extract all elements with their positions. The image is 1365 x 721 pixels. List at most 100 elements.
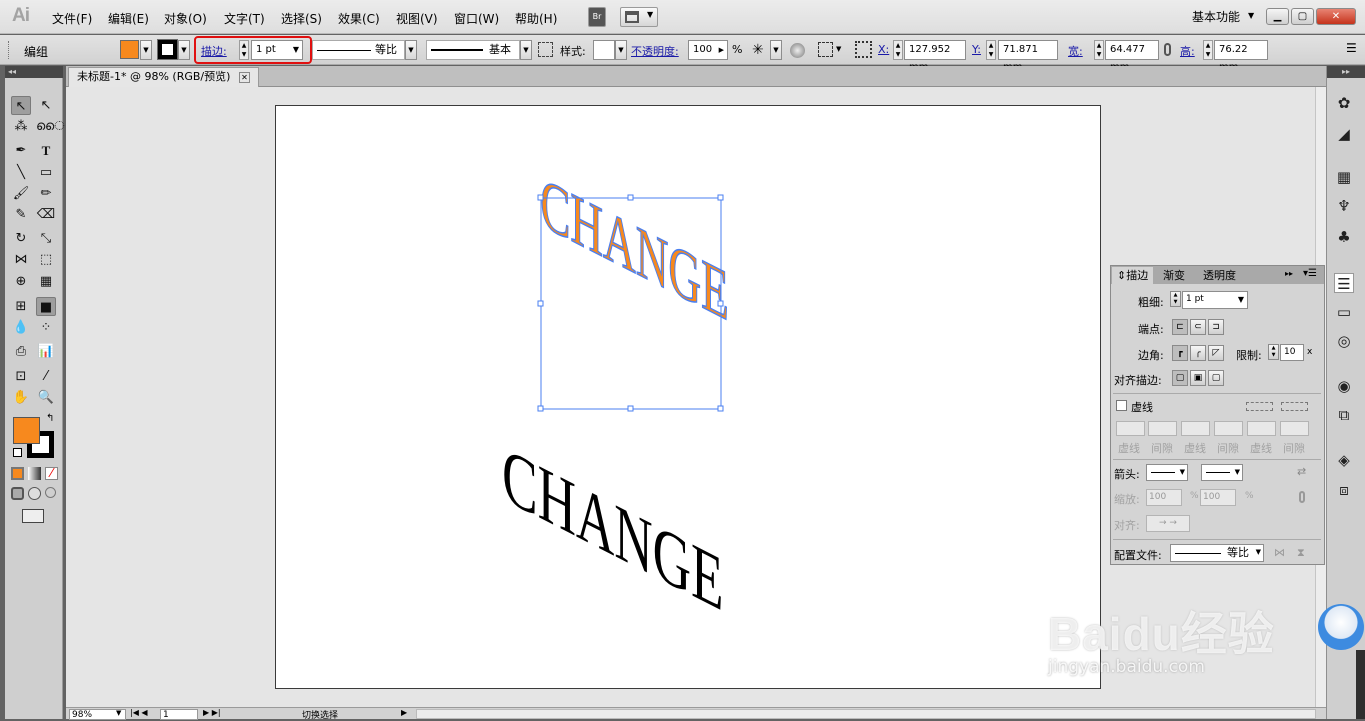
gap-label-2: 间隙 [1217,442,1239,455]
handle-top-right[interactable] [717,194,724,201]
gap-field-3 [1280,421,1309,436]
dash-field-3 [1247,421,1276,436]
limit-label: 限制: [1236,349,1262,362]
status-menu-icon[interactable]: ▶ [401,708,407,717]
gap-field-1 [1148,421,1177,436]
dock-collapse-icon[interactable]: ▸▸ [1327,66,1365,78]
tab-transparency[interactable]: 透明度 [1198,267,1241,284]
weight-label: 粗细: [1138,296,1164,309]
symbols-icon[interactable]: ♣ [1334,227,1354,247]
envelope-text-selected[interactable]: CHANGE [537,162,729,412]
line-icon [1151,472,1175,473]
gradient-panel-icon[interactable]: ▭ [1334,302,1354,322]
handle-top-left[interactable] [537,194,544,201]
projecting-cap-button[interactable]: ⊐ [1208,319,1224,335]
scale-percent-2: % [1245,491,1254,501]
layers-icon[interactable]: ◈ [1334,450,1354,470]
swatches-icon[interactable]: ▦ [1334,167,1354,187]
limit-unit: x [1307,347,1313,357]
cap-label: 端点: [1138,323,1164,336]
profile-label: 配置文件: [1114,549,1162,562]
baidu-watermark-url: jingyan.baidu.com [1048,657,1205,677]
handle-bottom-left[interactable] [537,405,544,412]
align-center-button[interactable]: ▢ [1172,370,1188,386]
dash-label-2: 虚线 [1184,442,1206,455]
color-panel-icon[interactable]: ◢ [1334,124,1354,144]
panel-divider [1113,393,1321,394]
swap-arrowheads-icon[interactable]: ⇄ [1297,465,1306,478]
handle-top[interactable] [627,194,634,201]
weight-stepper[interactable]: ▲ ▼ [1170,291,1181,307]
warped-text-orange: CHANGE [540,162,729,336]
dash-field-1 [1116,421,1145,436]
miter-join-button[interactable]: ┏ [1172,345,1188,361]
limit-stepper[interactable]: ▲ ▼ [1268,344,1279,360]
link-scale-icon [1299,491,1305,503]
align-outside-button[interactable]: ▢ [1208,370,1224,386]
dash-label-1: 虚线 [1118,442,1140,455]
dash-align-icon[interactable] [1281,402,1308,411]
appearance-icon[interactable]: ◉ [1334,376,1354,396]
arrowheads-label: 箭头: [1114,468,1140,481]
gap-field-2 [1214,421,1243,436]
dashed-checkbox[interactable] [1116,400,1127,411]
dash-label-3: 虚线 [1250,442,1272,455]
first-artboard-icon[interactable]: |◀ ◀ [130,708,148,717]
transparency-panel-icon[interactable]: ◎ [1334,331,1354,351]
tab-stroke-label: 描边 [1126,269,1149,282]
zoom-dropdown-icon[interactable]: ▼ [116,709,121,717]
assistant-mascot-icon[interactable] [1318,604,1364,650]
round-join-button[interactable]: ╭ [1190,345,1206,361]
brushes-icon[interactable]: ♆ [1334,196,1354,216]
start-scale-field: 100 [1146,489,1182,506]
limit-field[interactable]: 10 [1280,344,1304,361]
horizontal-scrollbar[interactable] [416,709,1316,719]
graphic-styles-icon[interactable]: ⧉ [1334,405,1354,425]
start-arrowhead-select[interactable]: ▼ [1146,464,1188,481]
align-arrow-label: 对齐: [1114,519,1140,532]
scale-percent-1: % [1190,491,1199,501]
weight-field[interactable]: 1 pt ▼ [1182,291,1248,309]
handle-left[interactable] [537,300,544,307]
bevel-join-button[interactable]: ◸ [1208,345,1224,361]
profile-select-value: 等比 [1227,546,1249,559]
line-icon [1206,472,1230,473]
handle-bottom-right[interactable] [717,405,724,412]
dashed-label: 虚线 [1131,401,1153,414]
panel-divider [1113,459,1321,460]
stroke-panel-icon[interactable]: ☰ [1334,273,1354,293]
butt-cap-button[interactable]: ⊏ [1172,319,1188,335]
align-arrow-buttons: → → [1146,515,1190,532]
tab-stroke[interactable]: ⇕描边 [1112,267,1154,284]
side-scroll-strip [1356,650,1365,719]
color-guide-icon[interactable]: ✿ [1334,93,1354,113]
status-mode-label[interactable]: 切换选择 [302,708,338,721]
fill-color-box[interactable] [13,417,40,444]
flip-across-icon[interactable]: ⧗ [1297,546,1305,560]
flip-along-icon[interactable]: ⋈ [1274,546,1285,559]
dash-preserve-icon[interactable] [1246,402,1273,411]
gap-label-3: 间隙 [1283,442,1305,455]
panel-collapse-icon[interactable]: ▸▸ [1285,269,1293,278]
artboard-number[interactable]: 1 [160,709,198,720]
profile-select[interactable]: 等比 ▼ [1170,544,1264,562]
tab-gradient[interactable]: 渐变 [1158,267,1190,284]
weight-value: 1 pt [1186,294,1204,304]
scale-label: 缩放: [1114,493,1140,506]
baidu-watermark: Baidu经验 [1048,608,1275,660]
stroke-panel [1110,265,1325,565]
gap-label-1: 间隙 [1151,442,1173,455]
chevron-down-icon: ▼ [1234,468,1240,476]
dash-field-2 [1181,421,1210,436]
artboards-icon[interactable]: ⧈ [1334,480,1354,500]
align-inside-button[interactable]: ▣ [1190,370,1206,386]
round-cap-button[interactable]: ⊂ [1190,319,1206,335]
handle-bottom[interactable] [627,405,634,412]
envelope-text-back[interactable]: CHANGE [502,430,723,629]
align-stroke-label: 对齐描边: [1114,374,1162,387]
end-scale-field: 100 [1200,489,1236,506]
handle-right[interactable] [717,300,724,307]
panel-menu-icon[interactable]: ▾☰ [1303,268,1317,279]
end-arrowhead-select[interactable]: ▼ [1201,464,1243,481]
next-artboard-icon[interactable]: ▶ ▶| [203,708,221,717]
